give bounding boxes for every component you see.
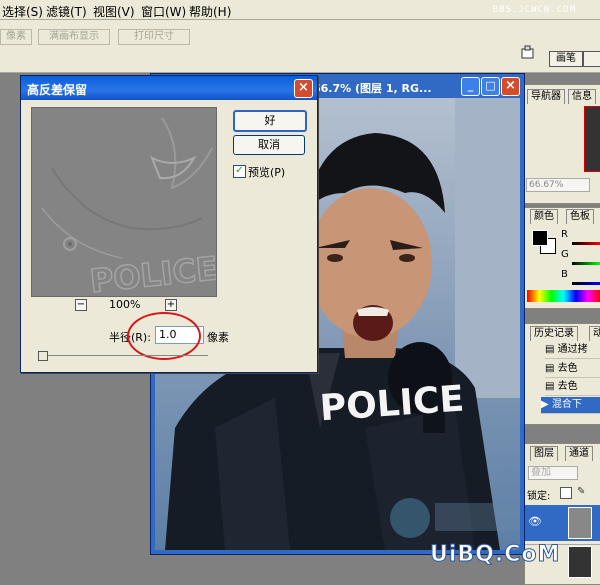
maximize-button[interactable]: □ [481, 77, 500, 96]
cancel-button[interactable]: 取消 [233, 135, 305, 155]
tab-channels[interactable]: 通道 [565, 446, 593, 461]
layer-thumbnail [568, 507, 592, 539]
radius-unit: 像素 [207, 331, 229, 344]
radius-slider-thumb[interactable] [38, 351, 48, 361]
high-pass-dialog: 高反差保留 × POLICE − 100% + 好 取消 ✓ 预览(P) 半径(… [20, 75, 318, 373]
lock-brush-icon[interactable]: ✎ [577, 487, 587, 497]
tab-color[interactable]: 颜色 [530, 209, 558, 224]
history-icon: ▤ [545, 363, 558, 374]
tab-info[interactable]: 信息 [568, 89, 596, 104]
dialog-titlebar[interactable]: 高反差保留 × [21, 76, 317, 100]
dialog-title: 高反差保留 [27, 83, 88, 97]
menu-filter[interactable]: 滤镜(T) [46, 3, 87, 20]
menu-view[interactable]: 视图(V) [93, 3, 135, 20]
filter-preview[interactable]: POLICE [31, 107, 217, 297]
preview-label: 预览(P) [248, 166, 286, 179]
menu-help[interactable]: 帮助(H) [189, 3, 231, 20]
options-bar [0, 20, 600, 73]
menu-select[interactable]: 选择(S) [2, 3, 43, 20]
ok-button[interactable]: 好 [233, 110, 307, 132]
channel-b-label: B [561, 269, 568, 280]
preview-checkbox[interactable]: ✓ [233, 165, 246, 178]
preview-image: POLICE [32, 108, 216, 296]
document-title: 66.7% (图层 1, RG... [313, 82, 432, 95]
menu-bar: 选择(S) 滤镜(T) 视图(V) 窗口(W) 帮助(H) BBS.JCWCN.… [0, 0, 600, 20]
file-browser-icon[interactable] [520, 44, 536, 60]
lock-transparency-icon[interactable] [560, 487, 572, 499]
fit-screen-button[interactable]: 满画布显示 [38, 29, 110, 45]
b-slider[interactable] [572, 282, 600, 285]
tab-swatches[interactable]: 色板 [566, 209, 594, 224]
close-document-button[interactable]: × [501, 77, 520, 96]
g-slider[interactable] [572, 262, 600, 265]
radius-slider-track[interactable] [38, 355, 208, 356]
extra-palette-tab[interactable] [583, 51, 600, 67]
tab-history[interactable]: 历史记录 [530, 326, 578, 341]
history-item[interactable]: ▤ 去色 [545, 361, 600, 378]
history-state-arrow-icon: ▶ [541, 399, 552, 410]
tab-navigator[interactable]: 导航器 [527, 89, 565, 104]
lock-label: 锁定: [527, 491, 551, 502]
foreground-color[interactable] [532, 230, 548, 246]
zoom-out-button[interactable]: − [75, 299, 87, 311]
uibq-watermark: UiBQ.CoM [429, 542, 561, 568]
pixels-button[interactable]: 像素 [0, 29, 32, 45]
blend-mode-select[interactable]: 叠加 [528, 466, 578, 480]
history-item[interactable]: ▤ 去色 [545, 379, 600, 396]
layer-thumbnail [568, 546, 592, 578]
zoom-in-button[interactable]: + [165, 299, 177, 311]
history-item[interactable]: ▤ 通过拷 [545, 342, 600, 359]
menu-window[interactable]: 窗口(W) [141, 3, 186, 20]
tab-actions[interactable]: 动 [589, 326, 600, 341]
brushes-palette-tab[interactable]: 画笔 [549, 51, 583, 67]
navigator-thumbnail[interactable] [584, 106, 600, 172]
history-item-selected[interactable]: ▶ 混合下 [541, 397, 600, 414]
color-spectrum[interactable] [527, 290, 600, 302]
r-slider[interactable] [572, 242, 600, 245]
site-watermark: BBS.JCWCN.COM [492, 5, 576, 15]
history-icon: ▤ [545, 381, 558, 392]
navigator-zoom-field[interactable]: 66.67% [526, 178, 590, 192]
layer-visibility-icon[interactable]: 👁 [528, 515, 542, 528]
print-size-button[interactable]: 打印尺寸 [118, 29, 190, 45]
minimize-button[interactable]: _ [461, 77, 480, 96]
preview-zoom-level: 100% [109, 298, 141, 311]
history-icon: ▤ [545, 344, 558, 355]
tab-layers[interactable]: 图层 [530, 446, 558, 461]
close-dialog-button[interactable]: × [294, 79, 313, 98]
channel-g-label: G [561, 249, 569, 260]
channel-r-label: R [561, 229, 568, 240]
highlight-circle [127, 312, 201, 360]
